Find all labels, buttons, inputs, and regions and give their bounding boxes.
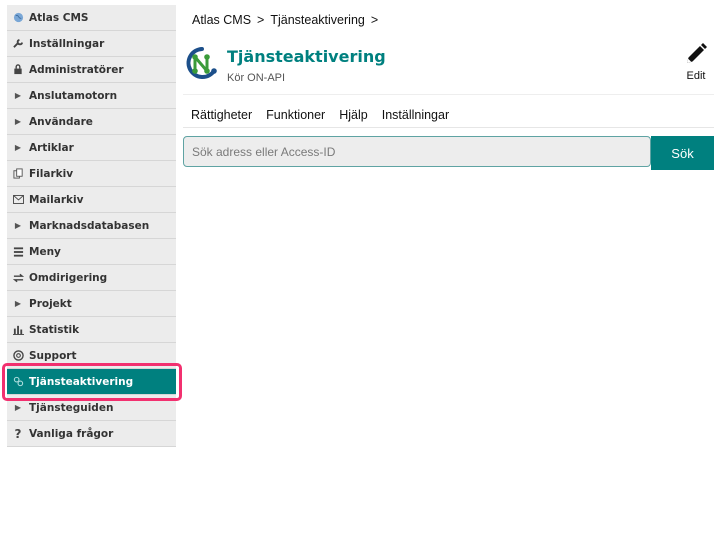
sidebar-item-label: Administratörer: [29, 63, 124, 76]
sidebar-item-label: Mailarkiv: [29, 193, 84, 206]
app-logo-icon: [184, 45, 220, 83]
bar-chart-icon: [7, 324, 29, 335]
sidebar-item-tjansteguiden[interactable]: ▶ Tjänsteguiden: [7, 395, 176, 421]
sidebar-item-label: Tjänsteaktivering: [29, 375, 134, 388]
lock-icon: [7, 64, 29, 75]
breadcrumb: Atlas CMS > Tjänsteaktivering >: [192, 13, 378, 27]
sidebar-item-installningar[interactable]: Inställningar: [7, 31, 176, 57]
breadcrumb-link-atlas-cms[interactable]: Atlas CMS: [192, 13, 251, 27]
caret-right-icon: ▶: [14, 91, 22, 100]
search-button[interactable]: Sök: [651, 136, 714, 170]
page-title: Tjänsteaktivering: [227, 47, 386, 66]
wrench-icon: [7, 38, 29, 49]
pencil-icon: [684, 42, 708, 66]
sidebar-item-filarkiv[interactable]: Filarkiv: [7, 161, 176, 187]
sidebar-item-statistik[interactable]: Statistik: [7, 317, 176, 343]
caret-right-icon: ▶: [14, 221, 22, 230]
sidebar-item-meny[interactable]: Meny: [7, 239, 176, 265]
sidebar-item-label: Filarkiv: [29, 167, 74, 180]
page-subtitle: Kör ON-API: [227, 72, 286, 84]
sidebar-item-mailarkiv[interactable]: Mailarkiv: [7, 187, 176, 213]
globe-icon: [7, 12, 29, 23]
sidebar-item-label: Inställningar: [29, 37, 105, 50]
sidebar-item-administratorer[interactable]: Administratörer: [7, 57, 176, 83]
sidebar-item-projekt[interactable]: ▶ Projekt: [7, 291, 176, 317]
header-divider: [183, 94, 714, 95]
sidebar-item-label: Artiklar: [29, 141, 74, 154]
sidebar-item-label: Marknadsdatabasen: [29, 219, 150, 232]
sidebar-item-label: Meny: [29, 245, 61, 258]
files-icon: [7, 168, 29, 179]
caret-right-icon: ▶: [14, 143, 22, 152]
sidebar-item-atlas-cms[interactable]: Atlas CMS: [7, 5, 176, 31]
caret-right-icon: ▶: [14, 299, 22, 308]
envelope-icon: [7, 195, 29, 204]
sidebar-item-label: Tjänsteguiden: [29, 401, 114, 414]
tab-rattigheter[interactable]: Rättigheter: [191, 108, 252, 122]
lifebuoy-icon: [7, 350, 29, 361]
sidebar-item-label: Vanliga frågor: [29, 427, 114, 440]
breadcrumb-separator: >: [257, 13, 265, 27]
sidebar-item-label: Statistik: [29, 323, 80, 336]
search-input[interactable]: [183, 136, 651, 167]
sidebar-item-artiklar[interactable]: ▶ Artiklar: [7, 135, 176, 161]
sidebar-item-label: Atlas CMS: [29, 11, 89, 24]
sidebar-item-label: Användare: [29, 115, 93, 128]
sidebar-item-anvandare[interactable]: ▶ Användare: [7, 109, 176, 135]
sidebar-item-anslutamotorn[interactable]: ▶ Anslutamotorn: [7, 83, 176, 109]
sidebar-item-label: Omdirigering: [29, 271, 108, 284]
sidebar-item-label: Support: [29, 349, 77, 362]
sidebar-item-support[interactable]: Support: [7, 343, 176, 369]
swap-arrows-icon: [7, 273, 29, 283]
sidebar-item-label: Projekt: [29, 297, 72, 310]
tab-hjalp[interactable]: Hjälp: [339, 108, 368, 122]
breadcrumb-link-tjansteaktivering[interactable]: Tjänsteaktivering: [270, 13, 365, 27]
sidebar: Atlas CMS Inställningar Administratörer …: [7, 5, 176, 447]
sidebar-item-marknadsdatabasen[interactable]: ▶ Marknadsdatabasen: [7, 213, 176, 239]
sidebar-item-omdirigering[interactable]: Omdirigering: [7, 265, 176, 291]
sidebar-item-tjansteaktivering[interactable]: Tjänsteaktivering: [7, 369, 176, 395]
tab-funktioner[interactable]: Funktioner: [266, 108, 325, 122]
sidebar-item-vanliga-fragor[interactable]: ? Vanliga frågor: [7, 421, 176, 447]
breadcrumb-separator: >: [370, 13, 379, 27]
menu-list-icon: [7, 246, 29, 257]
edit-label: Edit: [686, 70, 706, 82]
tab-bar: Rättigheter Funktioner Hjälp Inställning…: [183, 102, 714, 128]
question-icon: ?: [14, 426, 22, 441]
caret-right-icon: ▶: [14, 117, 22, 126]
activation-icon: [7, 376, 29, 387]
edit-button[interactable]: Edit: [678, 42, 714, 88]
caret-right-icon: ▶: [14, 403, 22, 412]
sidebar-item-label: Anslutamotorn: [29, 89, 118, 102]
tab-installningar[interactable]: Inställningar: [382, 108, 449, 122]
